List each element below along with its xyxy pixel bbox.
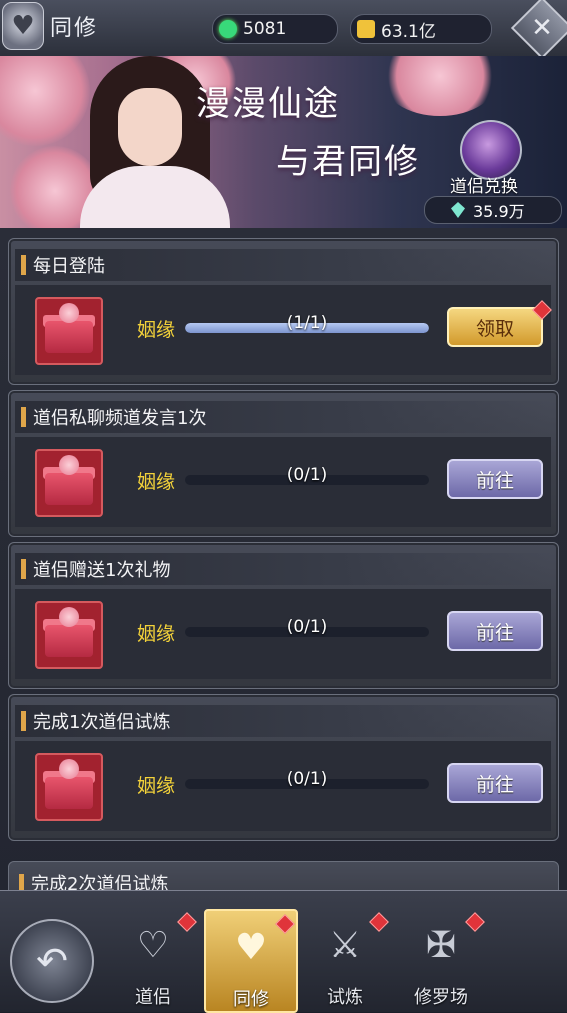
task-body: 姻缘 (0/1) 前往 xyxy=(15,589,551,679)
gem-icon xyxy=(451,202,465,218)
task-header: 每日登陆 xyxy=(15,249,551,281)
banner-slogan-line-2: 与君同修 xyxy=(276,142,420,182)
bottom-nav: ↶ ♡ 道侣 ♥ 同修 ⚔ 试炼 ✠ 修罗场 xyxy=(0,890,567,1013)
heart-pair-icon: ♥ xyxy=(234,926,268,968)
task-body: 姻缘 (0/1) 前往 xyxy=(15,741,551,831)
blossom-decoration xyxy=(380,56,500,116)
couple-heart-icon: ♡ xyxy=(136,924,170,966)
tab-label: 道侣 xyxy=(135,987,171,1008)
close-icon: ✕ xyxy=(531,13,553,43)
task-title: 完成1次道侣试炼 xyxy=(33,712,171,733)
progress-text: (0/1) xyxy=(286,465,328,485)
task-body: 姻缘 (0/1) 前往 xyxy=(15,437,551,527)
gift-box-icon[interactable] xyxy=(35,297,103,365)
page-title: 同修 xyxy=(50,16,99,41)
tab-asura-arena[interactable]: ✠ 修罗场 xyxy=(396,909,486,1009)
jade-coin-icon xyxy=(219,20,237,38)
go-button[interactable]: 前往 xyxy=(447,459,543,499)
progress-text: (0/1) xyxy=(286,617,328,637)
progress-text: (1/1) xyxy=(286,313,328,333)
task-list[interactable]: 每日登陆 姻缘 (1/1) 领取 道侣私聊频道发言1次 姻缘 (0/1) 前往 … xyxy=(0,228,567,890)
task-header: 道侣私聊频道发言1次 xyxy=(15,401,551,433)
resource-1-value: 5081 xyxy=(243,19,287,39)
red-dot-badge xyxy=(177,912,197,932)
treasure-bag-icon xyxy=(460,120,522,180)
task-card: 道侣赠送1次礼物 姻缘 (0/1) 前往 xyxy=(8,542,559,689)
task-card: 道侣私聊频道发言1次 姻缘 (0/1) 前往 xyxy=(8,390,559,537)
reward-label: 姻缘 xyxy=(137,471,176,493)
sword-wings-icon: ✠ xyxy=(425,924,457,966)
resource-currency-2: 63.1亿 xyxy=(350,14,492,44)
task-title: 完成2次道侣试炼 xyxy=(31,874,169,890)
reward-label: 姻缘 xyxy=(137,623,176,645)
task-body: 姻缘 (1/1) 领取 xyxy=(15,285,552,375)
tab-partner[interactable]: ♡ 道侣 xyxy=(108,909,198,1009)
tab-cultivate[interactable]: ♥ 同修 xyxy=(204,909,298,1013)
resource-currency-1: 5081 xyxy=(212,14,338,44)
gold-ingot-icon xyxy=(357,20,375,38)
back-button[interactable]: ↶ xyxy=(10,919,94,1003)
gift-box-icon[interactable] xyxy=(35,753,103,821)
task-header: 道侣赠送1次礼物 xyxy=(15,553,551,585)
task-title: 每日登陆 xyxy=(33,256,105,277)
task-header: 完成1次道侣试炼 xyxy=(15,705,551,737)
top-bar: ♥ 同修 5081 63.1亿 ✕ xyxy=(0,0,567,60)
crossed-swords-icon: ⚔ xyxy=(328,924,362,966)
red-dot-badge xyxy=(369,912,389,932)
banner-slogan-line-1: 漫漫仙途 xyxy=(196,84,340,124)
task-card: 完成1次道侣试炼 姻缘 (0/1) 前往 xyxy=(8,694,559,841)
tab-label: 修罗场 xyxy=(414,987,468,1008)
tab-label: 试炼 xyxy=(327,987,363,1008)
progress-text: (0/1) xyxy=(286,769,328,789)
gift-box-icon[interactable] xyxy=(35,601,103,669)
go-button[interactable]: 前往 xyxy=(447,763,543,803)
banner: 漫漫仙途 与君同修 道侣兑换 35.9万 xyxy=(0,56,567,230)
reward-label: 姻缘 xyxy=(137,775,176,797)
red-dot-badge xyxy=(465,912,485,932)
go-button[interactable]: 前往 xyxy=(447,611,543,651)
reward-label: 姻缘 xyxy=(137,319,176,341)
task-title: 道侣赠送1次礼物 xyxy=(33,560,171,581)
couple-heart-icon[interactable]: ♥ xyxy=(2,2,44,50)
back-arrow-icon: ↶ xyxy=(36,939,68,983)
task-card: 每日登陆 姻缘 (1/1) 领取 xyxy=(8,238,559,385)
tab-trial[interactable]: ⚔ 试炼 xyxy=(300,909,390,1009)
task-card-partial: 完成2次道侣试炼 xyxy=(8,861,559,890)
exchange-currency: 35.9万 xyxy=(424,196,562,224)
red-dot-badge xyxy=(275,914,295,934)
task-title: 道侣私聊频道发言1次 xyxy=(33,408,207,429)
claim-button[interactable]: 领取 xyxy=(447,307,543,347)
resource-2-value: 63.1亿 xyxy=(381,21,436,42)
tab-label: 同修 xyxy=(233,989,269,1010)
exchange-label: 道侣兑换 xyxy=(450,177,518,197)
exchange-count-value: 35.9万 xyxy=(473,202,525,221)
close-button[interactable]: ✕ xyxy=(510,0,567,60)
gift-box-icon[interactable] xyxy=(35,449,103,517)
